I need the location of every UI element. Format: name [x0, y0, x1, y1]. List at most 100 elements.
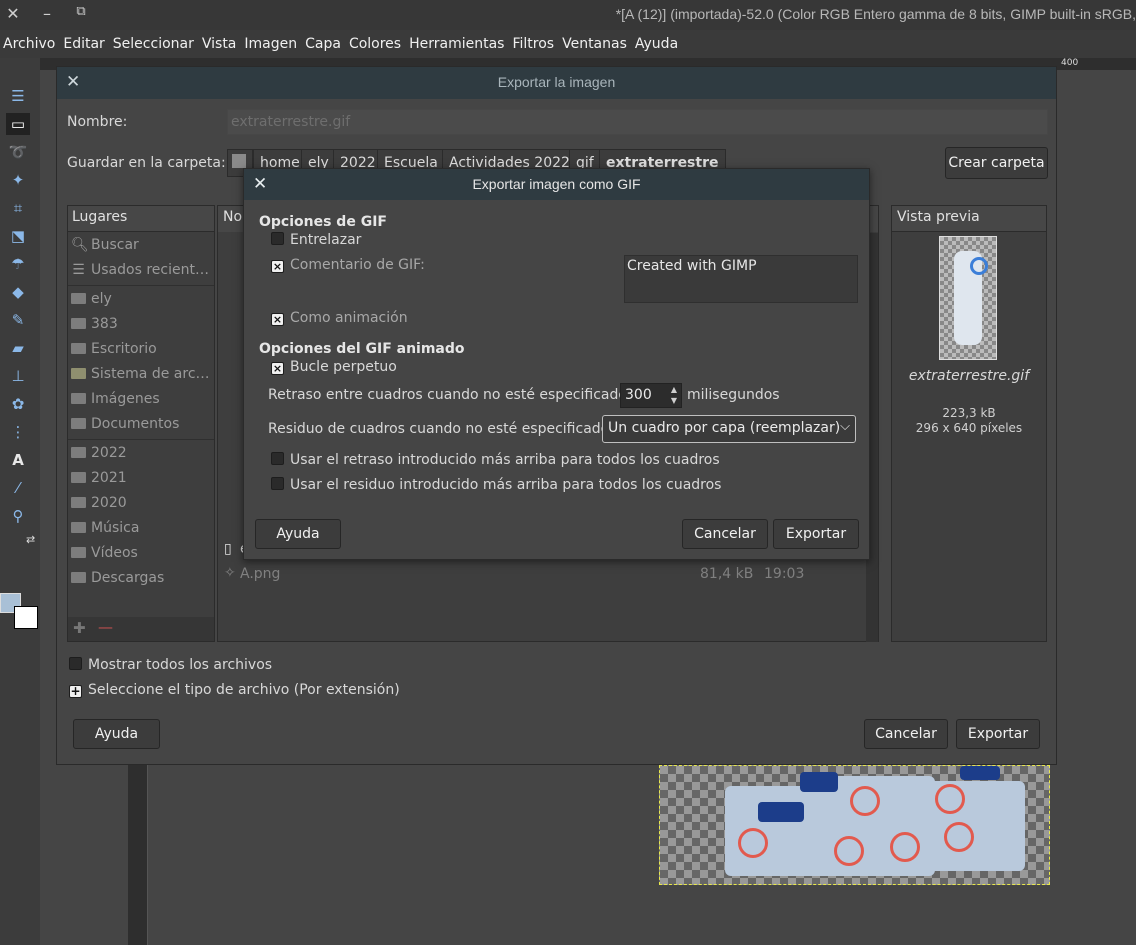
- checkbox[interactable]: [69, 657, 82, 670]
- folder-icon: [71, 547, 86, 558]
- preview-figure-accent: [970, 257, 988, 275]
- checkbox-checked-icon[interactable]: ×: [271, 313, 284, 326]
- place-recent[interactable]: ☰ Usados recient…: [71, 262, 209, 278]
- eraser-tool-icon[interactable]: ▰: [6, 337, 30, 359]
- rect-select-tool-icon[interactable]: ▭: [6, 113, 30, 135]
- delay-spinner[interactable]: ▲ ▼: [666, 384, 682, 407]
- swap-colors-icon[interactable]: ⇄: [26, 533, 35, 546]
- color-picker-tool-icon[interactable]: ⁄: [6, 477, 30, 499]
- place-musica[interactable]: Música: [71, 520, 139, 536]
- zoom-tool-icon[interactable]: ⚲: [6, 505, 30, 527]
- dialog-title: Exportar la imagen: [497, 74, 616, 90]
- cancel-button[interactable]: Cancelar: [864, 719, 948, 749]
- menu-capa[interactable]: Capa: [305, 36, 341, 52]
- place-descargas[interactable]: Descargas: [71, 570, 164, 586]
- menu-archivo[interactable]: Archivo: [3, 36, 55, 52]
- gif-dialog-header: ✕ Exportar imagen como GIF: [244, 169, 869, 200]
- menu-colores[interactable]: Colores: [349, 36, 401, 52]
- ruler-label: 400: [1061, 58, 1079, 68]
- robot-pad: [960, 766, 1000, 780]
- checkbox-checked-icon[interactable]: ×: [271, 260, 284, 273]
- ruler-vertical: [128, 765, 148, 945]
- smudge-tool-icon[interactable]: ✿: [6, 393, 30, 415]
- loop-forever-checkbox[interactable]: × Bucle perpetuo: [271, 359, 397, 375]
- create-folder-button[interactable]: Crear carpeta: [945, 147, 1048, 179]
- menu-ayuda[interactable]: Ayuda: [635, 36, 678, 52]
- chevron-down-icon: ⌵: [840, 419, 850, 434]
- checkbox[interactable]: [271, 477, 284, 490]
- use-dispose-all-checkbox[interactable]: Usar el residuo introducido más arriba p…: [271, 477, 721, 493]
- menu-bar: Archivo Editar Seleccionar Vista Imagen …: [0, 30, 1136, 58]
- file-icon: ▯: [224, 541, 232, 557]
- gif-cancel-button[interactable]: Cancelar: [682, 519, 768, 549]
- filename-input[interactable]: extraterrestre.gif: [227, 109, 1048, 135]
- place-imagenes[interactable]: Imágenes: [71, 391, 160, 407]
- as-animation-checkbox[interactable]: × Como animación: [271, 310, 408, 326]
- canvas-image[interactable]: [659, 765, 1050, 885]
- menu-filtros[interactable]: Filtros: [512, 36, 554, 52]
- paths-tool-icon[interactable]: ⋮: [6, 421, 30, 443]
- folder-icon: [71, 522, 86, 533]
- select-file-type-expander[interactable]: + Seleccione el tipo de archivo (Por exte…: [69, 682, 400, 698]
- menu-ventanas[interactable]: Ventanas: [562, 36, 627, 52]
- place-2021[interactable]: 2021: [71, 470, 127, 486]
- gif-comment-checkbox[interactable]: × Comentario de GIF:: [271, 257, 425, 273]
- menu-herramientas[interactable]: Herramientas: [409, 36, 504, 52]
- gif-help-button[interactable]: Ayuda: [255, 519, 341, 549]
- remove-icon[interactable]: —: [98, 618, 113, 636]
- spin-down-icon[interactable]: ▼: [666, 395, 682, 406]
- file-row[interactable]: ✧ A.png 81,4 kB 19:03: [218, 563, 878, 587]
- preview-filesize: 223,3 kB: [942, 406, 996, 420]
- menu-vista[interactable]: Vista: [202, 36, 237, 52]
- bucket-fill-tool-icon[interactable]: ◆: [6, 281, 30, 303]
- interlace-checkbox[interactable]: Entrelazar: [271, 232, 361, 248]
- place-ely[interactable]: ely: [71, 291, 112, 307]
- menu-editar[interactable]: Editar: [63, 36, 104, 52]
- close-icon[interactable]: ✕: [3, 4, 23, 23]
- add-icon[interactable]: ✚: [73, 619, 86, 637]
- gif-export-button[interactable]: Exportar: [773, 519, 859, 549]
- export-button[interactable]: Exportar: [956, 719, 1040, 749]
- minimize-icon[interactable]: –: [37, 4, 57, 23]
- dispose-dropdown[interactable]: Un cuadro por capa (reemplazar) ⌵: [602, 415, 856, 443]
- spin-up-icon[interactable]: ▲: [666, 384, 682, 395]
- background-color-swatch[interactable]: [14, 606, 38, 629]
- export-gif-dialog: ✕ Exportar imagen como GIF Opciones de G…: [243, 168, 870, 560]
- lasso-tool-icon[interactable]: ➰: [6, 141, 30, 163]
- checkbox-checked-icon[interactable]: ×: [271, 362, 284, 375]
- transform-tool-icon[interactable]: ⬔: [6, 225, 30, 247]
- gif-dialog-title: Exportar imagen como GIF: [472, 176, 641, 192]
- place-2022[interactable]: 2022: [71, 445, 127, 461]
- help-button[interactable]: Ayuda: [73, 719, 160, 749]
- align-tool-icon[interactable]: ☰: [6, 85, 30, 107]
- place-383[interactable]: 383: [71, 316, 118, 332]
- place-sistema[interactable]: Sistema de arc…: [71, 366, 210, 382]
- checkbox[interactable]: [271, 452, 284, 465]
- place-videos[interactable]: Vídeos: [71, 545, 138, 561]
- places-toolbar: ✚ —: [68, 617, 214, 641]
- restore-icon[interactable]: ⧉: [71, 4, 91, 19]
- menu-imagen[interactable]: Imagen: [244, 36, 297, 52]
- crop-tool-icon[interactable]: ⌗: [6, 197, 30, 219]
- place-documentos[interactable]: Documentos: [71, 416, 179, 432]
- use-delay-all-checkbox[interactable]: Usar el retraso introducido más arriba p…: [271, 452, 720, 468]
- place-2020[interactable]: 2020: [71, 495, 127, 511]
- place-escritorio[interactable]: Escritorio: [71, 341, 157, 357]
- show-all-files-checkbox[interactable]: Mostrar todos los archivos: [69, 657, 272, 673]
- checkbox[interactable]: [271, 232, 284, 245]
- delay-unit: milisegundos: [687, 387, 780, 403]
- search-icon: 🔍︎: [71, 237, 89, 253]
- fuzzy-select-tool-icon[interactable]: ✦: [6, 169, 30, 191]
- places-header: Lugares: [68, 206, 214, 232]
- file-time: 19:03: [764, 566, 805, 582]
- warp-tool-icon[interactable]: ☂: [6, 253, 30, 275]
- paintbrush-tool-icon[interactable]: ✎: [6, 309, 30, 331]
- separator: [68, 285, 214, 286]
- drive-icon: [71, 368, 86, 379]
- plus-icon[interactable]: +: [69, 685, 82, 698]
- menu-seleccionar[interactable]: Seleccionar: [113, 36, 194, 52]
- place-search[interactable]: 🔍︎ Buscar: [71, 237, 139, 253]
- clone-tool-icon[interactable]: ⊥: [6, 365, 30, 387]
- gif-comment-textarea[interactable]: Created with GIMP: [624, 255, 858, 303]
- text-tool-icon[interactable]: A: [6, 449, 30, 471]
